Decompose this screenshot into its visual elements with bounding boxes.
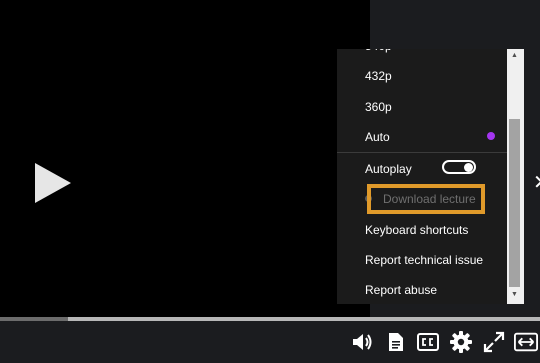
menu-divider (337, 152, 507, 153)
autoplay-toggle[interactable] (442, 160, 476, 174)
settings-button[interactable] (449, 331, 473, 353)
fullscreen-icon (483, 331, 505, 353)
quality-option-auto[interactable]: Auto (365, 130, 390, 144)
transcript-icon (389, 333, 403, 351)
menu-scrollbar[interactable]: ▲ ▼ (507, 49, 524, 304)
closed-captions-button[interactable] (416, 331, 440, 353)
autoplay-label: Autoplay (365, 162, 412, 176)
settings-menu: 540p 432p 360p Auto Autoplay Download le… (337, 49, 524, 304)
fullscreen-button[interactable] (482, 331, 506, 353)
selected-indicator (487, 132, 495, 140)
report-technical-issue-item[interactable]: Report technical issue (365, 253, 483, 267)
toggle-knob (464, 163, 473, 172)
transcript-button[interactable] (384, 331, 408, 353)
highlight-box (367, 184, 485, 214)
control-bar (0, 321, 540, 363)
close-icon[interactable]: ✕ (533, 170, 540, 195)
report-abuse-item[interactable]: Report abuse (365, 283, 437, 297)
keyboard-shortcuts-item[interactable]: Keyboard shortcuts (365, 223, 468, 237)
scroll-thumb[interactable] (509, 119, 520, 287)
expand-icon (514, 332, 538, 352)
scroll-up-arrow-icon[interactable]: ▲ (511, 52, 518, 59)
volume-icon (353, 334, 372, 350)
play-icon (35, 163, 71, 203)
quality-option-partial[interactable]: 540p (365, 49, 392, 53)
volume-button[interactable] (350, 331, 374, 353)
closed-captions-icon (417, 333, 439, 351)
expand-button[interactable] (514, 331, 538, 353)
play-button[interactable] (33, 162, 73, 204)
video-player[interactable]: ✕ 540p 432p 360p Auto Autoplay Download … (0, 0, 540, 363)
quality-option-432p[interactable]: 432p (365, 69, 392, 83)
gear-icon (450, 331, 472, 353)
scroll-down-arrow-icon[interactable]: ▼ (511, 291, 518, 298)
quality-option-360p[interactable]: 360p (365, 100, 392, 114)
